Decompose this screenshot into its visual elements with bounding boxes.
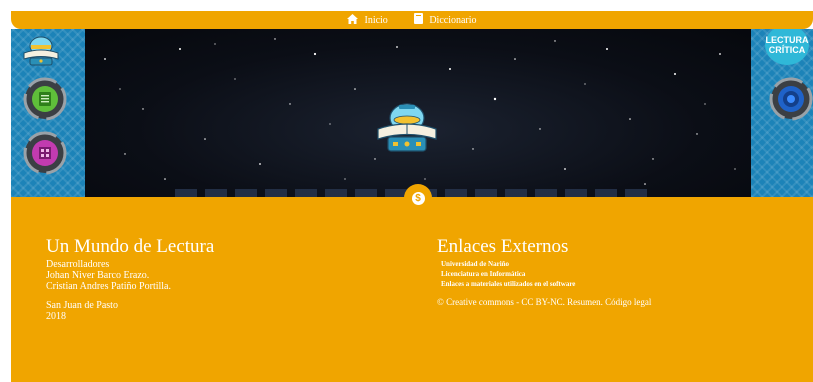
left-side-panel <box>11 29 85 197</box>
list-menu-button[interactable] <box>23 77 67 126</box>
page: Inicio Diccionario LECTURA CRÍTICA Un Mu… <box>0 0 813 382</box>
top-nav-bar: Inicio Diccionario <box>11 11 813 29</box>
nav-home-link[interactable]: Inicio <box>347 14 388 27</box>
developers-heading: Desarrolladores <box>46 259 110 270</box>
external-links-title: Enlaces Externos <box>437 236 569 257</box>
footer-left-column: Un Mundo de Lectura Desarrolladores Joha… <box>46 236 215 323</box>
target-icon <box>769 77 813 121</box>
license-line: © Creative commons - CC BY-NC. Resumen. … <box>437 297 651 308</box>
grid-menu-button[interactable] <box>23 131 67 180</box>
book-logo-icon <box>23 36 59 66</box>
external-link[interactable]: Licenciatura en Informática <box>437 269 651 279</box>
hero-banner <box>85 29 751 197</box>
footer-site-title: Un Mundo de Lectura <box>46 236 215 257</box>
dollar-icon: $ <box>411 191 425 205</box>
nav-dictionary-link[interactable]: Diccionario <box>414 13 477 27</box>
footer-right-column: Enlaces Externos Universidad de Nariño L… <box>437 237 651 308</box>
license-summary-link[interactable]: Resumen. <box>567 297 603 307</box>
nav-links: Inicio Diccionario <box>11 13 813 27</box>
critical-reading-line1: LECTURA <box>765 35 809 45</box>
small-logo-button[interactable] <box>21 35 61 72</box>
grid-icon <box>23 131 67 175</box>
footer: Un Mundo de Lectura Desarrolladores Joha… <box>11 197 813 382</box>
book-icon <box>414 13 424 27</box>
license-prefix: © Creative commons - CC BY-NC. <box>437 297 568 307</box>
right-side-panel: LECTURA CRÍTICA <box>751 25 813 197</box>
license-legal-link[interactable]: Código legal <box>605 297 651 307</box>
external-link[interactable]: Universidad de Nariño <box>437 259 651 269</box>
critical-reading-logo[interactable]: LECTURA CRÍTICA <box>765 25 809 65</box>
dollar-badge-button[interactable]: $ <box>404 184 432 212</box>
list-icon <box>23 77 67 121</box>
external-link[interactable]: Enlaces a materiales utilizados en el so… <box>437 279 651 289</box>
target-menu-button[interactable] <box>769 77 813 126</box>
footer-year: 2018 <box>46 311 66 322</box>
critical-reading-line2: CRÍTICA <box>768 45 806 55</box>
nav-home-label: Inicio <box>364 15 388 26</box>
developer-name: Cristian Andres Patiño Portilla. <box>46 281 171 292</box>
developer-name: Johan Niver Barco Erazo. <box>46 270 150 281</box>
home-icon <box>347 14 359 27</box>
footer-city: San Juan de Pasto <box>46 300 118 311</box>
nav-dictionary-label: Diccionario <box>429 14 477 26</box>
book-logo-icon <box>377 103 437 152</box>
center-logo[interactable] <box>375 99 439 160</box>
